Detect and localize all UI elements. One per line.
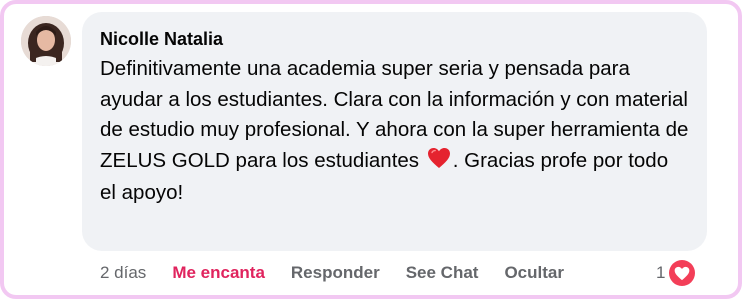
comment-text: Definitivamente una academia super seria… xyxy=(100,54,689,209)
comment-card: Nicolle Natalia Definitivamente una acad… xyxy=(0,0,742,299)
comment-timestamp[interactable]: 2 días xyxy=(100,263,146,283)
avatar[interactable] xyxy=(21,16,71,66)
reply-button[interactable]: Responder xyxy=(291,263,380,283)
love-reaction-button[interactable]: Me encanta xyxy=(172,263,265,283)
author-name[interactable]: Nicolle Natalia xyxy=(100,26,689,52)
reaction-count: 1 xyxy=(656,263,666,282)
see-chat-button[interactable]: See Chat xyxy=(406,263,479,283)
reaction-summary[interactable]: 1 xyxy=(656,257,698,289)
hide-button[interactable]: Ocultar xyxy=(504,263,564,283)
comment-bubble: Nicolle Natalia Definitivamente una acad… xyxy=(82,12,707,251)
red-heart-icon xyxy=(427,147,451,179)
love-reaction-icon xyxy=(667,258,698,288)
comment-actions: 2 días Me encanta Responder See Chat Ocu… xyxy=(100,260,590,286)
profile-photo-icon xyxy=(21,16,71,66)
